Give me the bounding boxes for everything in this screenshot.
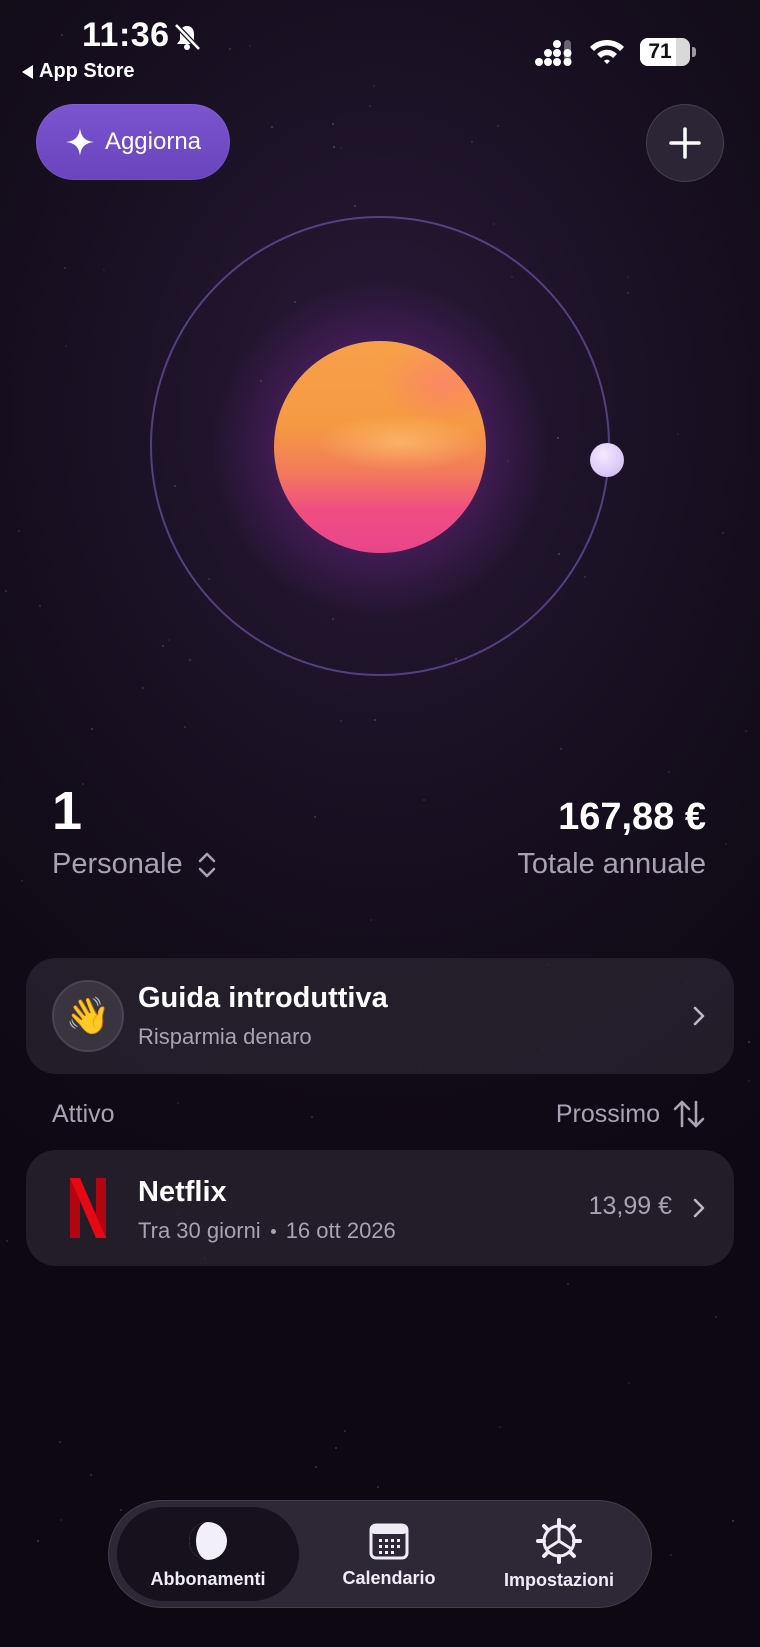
star — [340, 720, 342, 722]
wifi-icon — [590, 39, 624, 64]
star — [745, 730, 747, 732]
star — [748, 1080, 750, 1082]
subscription-date: 16 ott 2026 — [285, 1218, 396, 1243]
status-time: 11:36 — [82, 16, 170, 54]
subscription-due: Tra 30 giorni — [138, 1218, 261, 1243]
calendar-icon — [369, 1523, 409, 1559]
getting-started-card[interactable]: 👋 Guida introduttiva Risparmia denaro — [26, 958, 734, 1074]
orbiting-moon — [590, 443, 624, 477]
battery-indicator: 71 — [640, 38, 696, 66]
star — [60, 1519, 62, 1521]
upgrade-button[interactable]: Aggiorna — [36, 104, 230, 180]
sort-arrows-icon — [673, 1100, 705, 1128]
star — [184, 726, 186, 728]
list-header: Attivo Prossimo — [52, 1098, 706, 1138]
subscription-name: Netflix — [138, 1176, 227, 1208]
star — [340, 147, 342, 149]
bell-off-icon — [174, 23, 201, 51]
star — [6, 1240, 8, 1242]
star — [499, 1426, 501, 1428]
back-arrow-icon — [22, 64, 33, 79]
star — [471, 141, 473, 143]
star — [725, 843, 727, 845]
subscription-meta: Tra 30 giorni 16 ott 2026 — [138, 1218, 396, 1244]
star — [670, 1554, 672, 1556]
tab-calendar[interactable]: Calendario — [309, 1507, 469, 1601]
star — [715, 1316, 717, 1318]
annual-total-label: Totale annuale — [517, 848, 706, 880]
star — [120, 1509, 122, 1511]
star — [91, 728, 93, 730]
star — [732, 1520, 734, 1522]
battery-cap — [692, 47, 696, 57]
star — [748, 1041, 750, 1043]
back-to-app-store[interactable]: App Store — [22, 60, 135, 83]
star — [90, 1474, 92, 1476]
tab-settings[interactable]: Impostazioni — [469, 1507, 649, 1601]
guide-subtitle: Risparmia denaro — [138, 1024, 312, 1049]
tab-calendar-label: Calendario — [342, 1567, 436, 1588]
chevron-right-icon — [693, 1006, 705, 1026]
tab-subscriptions-label: Abbonamenti — [150, 1568, 266, 1589]
sparkle-icon — [65, 128, 94, 156]
sort-control[interactable]: Prossimo — [556, 1098, 706, 1130]
planet — [274, 341, 486, 553]
tab-bar: Abbonamenti Calendario Impostazioni — [108, 1500, 652, 1608]
planet-visualization — [0, 200, 760, 690]
upgrade-label: Aggiorna — [104, 128, 202, 155]
star — [59, 1441, 61, 1443]
star — [567, 1283, 569, 1285]
battery-percent: 71 — [648, 40, 672, 63]
star — [332, 123, 334, 125]
star — [344, 1430, 346, 1432]
star — [560, 748, 562, 750]
sort-label: Prossimo — [555, 1099, 660, 1128]
profile-label: Personale — [52, 848, 183, 880]
separator-dot — [270, 1228, 276, 1234]
star — [668, 771, 670, 773]
star — [333, 146, 335, 148]
star — [82, 783, 84, 785]
plus-icon — [669, 127, 701, 159]
tab-subscriptions[interactable]: Abbonamenti — [117, 1507, 299, 1601]
star — [21, 880, 23, 882]
planet-icon — [189, 1521, 227, 1560]
star — [314, 816, 316, 818]
netflix-logo-icon — [70, 1178, 106, 1238]
guide-title: Guida introduttiva — [138, 982, 388, 1014]
filter-active-label[interactable]: Attivo — [52, 1100, 115, 1129]
subscription-price: 13,99 € — [588, 1192, 672, 1220]
star — [37, 1540, 39, 1542]
cellular-signal-icon — [535, 40, 572, 66]
star — [497, 125, 499, 127]
chevron-up-down-icon — [198, 852, 215, 877]
back-app-label: App Store — [39, 60, 135, 82]
star — [423, 799, 425, 801]
tab-settings-label: Impostazioni — [503, 1569, 614, 1590]
star — [377, 1486, 379, 1488]
status-bar: 11:36 App Store 71 — [0, 0, 760, 90]
profile-selector[interactable]: Personale — [52, 848, 217, 881]
waving-hand-icon: 👋 — [52, 980, 124, 1052]
star — [370, 919, 372, 921]
gear-icon — [536, 1517, 582, 1564]
add-subscription-button[interactable] — [646, 104, 724, 182]
subscription-row-netflix[interactable]: Netflix Tra 30 giorni 16 ott 2026 13,99 … — [26, 1150, 734, 1266]
star — [315, 1466, 317, 1468]
annual-total: 167,88 € — [558, 796, 706, 838]
chevron-right-icon — [693, 1198, 705, 1218]
star — [335, 1447, 337, 1449]
star — [271, 126, 273, 128]
subscription-count: 1 — [52, 781, 83, 841]
star — [374, 719, 376, 721]
star — [628, 1382, 630, 1384]
battery-body: 71 — [640, 38, 690, 66]
star — [369, 105, 371, 107]
